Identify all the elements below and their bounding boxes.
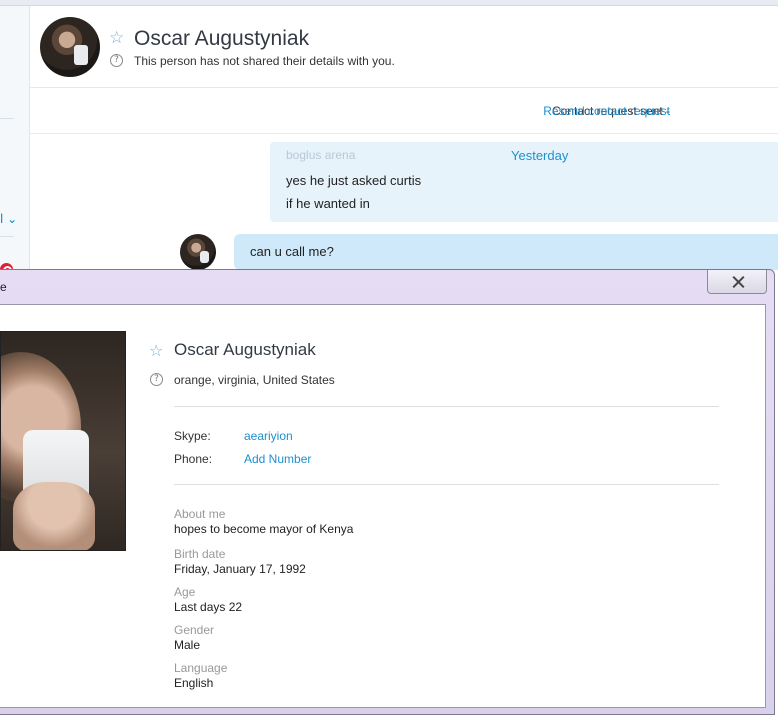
chevron-down-icon[interactable]: l ⌄ xyxy=(0,212,22,226)
phone-label: Phone: xyxy=(174,452,213,466)
help-icon: ? xyxy=(110,54,123,67)
privacy-note: This person has not shared their details… xyxy=(134,54,395,68)
contact-avatar[interactable] xyxy=(40,17,100,77)
contact-request-bar: Contact request sent - Resend contact re… xyxy=(30,88,778,134)
section-divider xyxy=(174,484,719,485)
photo-hand-shape xyxy=(13,482,95,550)
add-number-link[interactable]: Add Number xyxy=(244,452,311,466)
day-divider: Yesterday xyxy=(511,148,569,163)
message-avatar[interactable] xyxy=(180,234,216,270)
profile-name: Oscar Augustyniak xyxy=(174,340,316,359)
dialog-title: e xyxy=(0,280,7,294)
profile-location: orange, virginia, United States xyxy=(174,373,335,387)
profile-panel: ☆ Oscar Augustyniak ? orange, virginia, … xyxy=(0,304,766,708)
message-text: if he wanted in xyxy=(286,196,370,211)
chat-header: ☆ Oscar Augustyniak ? This person has no… xyxy=(30,6,778,88)
skype-id-link[interactable]: aeariyion xyxy=(244,429,293,443)
gender-label: Gender xyxy=(174,623,215,637)
section-divider xyxy=(174,406,719,407)
about-label: About me xyxy=(174,507,226,521)
resend-request-link[interactable]: Resend contact request xyxy=(543,104,670,118)
language-label: Language xyxy=(174,661,228,675)
birth-date-label: Birth date xyxy=(174,547,226,561)
faded-sender-name: boglus arena xyxy=(286,148,356,162)
favorite-star-icon[interactable]: ☆ xyxy=(149,341,163,361)
about-value: hopes to become mayor of Kenya xyxy=(174,522,354,536)
close-icon[interactable] xyxy=(707,270,767,294)
profile-photo xyxy=(0,331,126,551)
contact-name[interactable]: Oscar Augustyniak xyxy=(134,26,309,52)
birth-date-value: Friday, January 17, 1992 xyxy=(174,562,306,576)
message-text: can u call me? xyxy=(250,244,334,259)
skype-label: Skype: xyxy=(174,429,211,443)
help-icon: ? xyxy=(150,373,163,386)
message-text: yes he just asked curtis xyxy=(286,173,422,188)
gender-value: Male xyxy=(174,638,201,652)
sidebar-divider xyxy=(0,236,14,237)
favorite-star-icon[interactable]: ☆ xyxy=(109,28,124,48)
profile-dialog: e ☆ Oscar Augustyniak ? orange, virginia… xyxy=(0,269,775,715)
sidebar-divider xyxy=(0,118,14,119)
language-value: English xyxy=(174,676,214,690)
age-label: Age xyxy=(174,585,196,599)
age-value: Last days 22 xyxy=(174,600,243,614)
